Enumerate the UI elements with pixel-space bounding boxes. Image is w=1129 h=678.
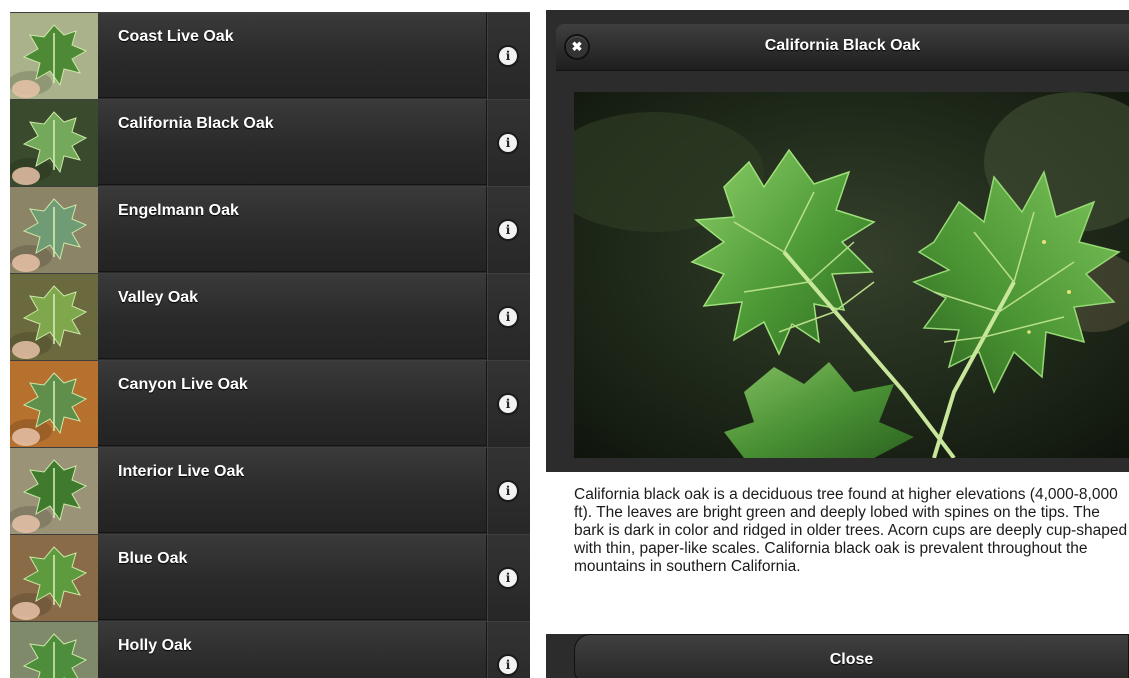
info-icon: i [499,569,517,587]
list-item[interactable]: Blue Oak i [10,534,530,621]
species-name: Coast Live Oak [118,28,234,45]
info-button[interactable]: i [486,535,530,621]
species-thumbnail [10,100,98,186]
list-item[interactable]: Engelmann Oak i [10,186,530,273]
species-thumbnail [10,448,98,534]
info-button[interactable]: i [486,13,530,99]
species-description: California black oak is a deciduous tree… [546,486,1129,618]
info-icon: i [499,308,517,326]
species-name: Engelmann Oak [118,202,239,219]
species-name: Canyon Live Oak [118,376,248,393]
species-thumbnail [10,187,98,273]
description-text: California black oak is a deciduous tree… [574,486,1128,575]
list-item[interactable]: Canyon Live Oak i [10,360,530,447]
dialog-header: ✖ California Black Oak [556,24,1129,71]
species-name: Blue Oak [118,550,188,567]
species-thumbnail [10,622,98,678]
info-icon: i [499,395,517,413]
info-icon: i [499,47,517,65]
info-button[interactable]: i [486,361,530,447]
species-photo [574,92,1129,458]
info-button[interactable]: i [486,100,530,186]
list-item[interactable]: Coast Live Oak i [10,12,530,99]
species-thumbnail [10,274,98,360]
species-thumbnail [10,361,98,447]
species-thumbnail [10,535,98,621]
species-detail-dialog: ✖ California Black Oak California black … [546,10,1129,678]
species-name: Holly Oak [118,637,192,654]
info-icon: i [499,656,517,674]
info-button[interactable]: i [486,622,530,678]
list-item[interactable]: California Black Oak i [10,99,530,186]
info-button[interactable]: i [486,274,530,360]
close-button[interactable]: Close [574,634,1129,678]
list-item[interactable]: Holly Oak i [10,621,530,678]
species-name: Interior Live Oak [118,463,245,480]
panel-divider [530,0,546,678]
species-name: Valley Oak [118,289,199,306]
list-item[interactable]: Interior Live Oak i [10,447,530,534]
species-thumbnail [10,13,98,99]
info-button[interactable]: i [486,187,530,273]
oak-leaf-photo [574,92,1129,458]
info-icon: i [499,482,517,500]
app-screen: Coast Live Oak i California Black Oak i Enge… [0,0,1129,678]
dialog-title: California Black Oak [764,37,921,54]
info-icon: i [499,221,517,239]
info-button[interactable]: i [486,448,530,534]
oak-species-list: Coast Live Oak i California Black Oak i Enge… [10,12,530,678]
list-item[interactable]: Valley Oak i [10,273,530,360]
species-name: California Black Oak [118,115,274,132]
info-icon: i [499,134,517,152]
